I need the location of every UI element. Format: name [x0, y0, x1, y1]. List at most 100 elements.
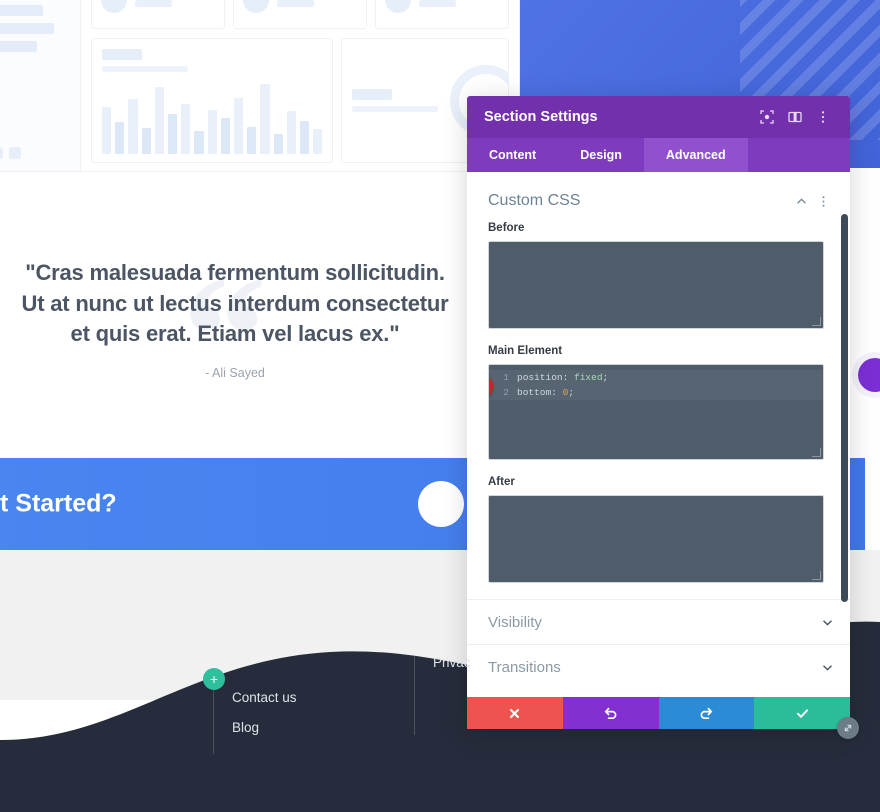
redo-button[interactable]	[658, 697, 755, 729]
panel-footer-actions	[467, 697, 850, 729]
accordion-label-transitions: Transitions	[488, 658, 561, 676]
mockup-text-line	[419, 0, 456, 7]
code-line: 2 bottom: 0;	[489, 385, 823, 400]
mockup-chart-row	[91, 38, 509, 163]
resize-handle-icon[interactable]	[837, 717, 859, 739]
mockup-bar	[300, 120, 310, 154]
tab-advanced[interactable]: Advanced	[643, 138, 748, 172]
accordion-label-visibility: Visibility	[488, 613, 542, 631]
mockup-bar	[115, 122, 125, 154]
mockup-main	[81, 0, 519, 171]
floating-action-circle[interactable]	[858, 358, 880, 392]
mockup-bar-chart-card	[91, 38, 334, 163]
mockup-bar	[313, 128, 323, 154]
field-label-main-element: Main Element	[488, 345, 563, 357]
mockup-bar	[102, 106, 112, 154]
mockup-sidebar	[0, 0, 81, 171]
mockup-bar	[247, 126, 257, 154]
more-vertical-icon[interactable]	[810, 104, 836, 130]
code-tokens: bottom: 0;	[517, 385, 574, 400]
footer-link-column-right: Privac	[414, 655, 471, 735]
mockup-bar	[220, 117, 231, 154]
panel-header: Section Settings	[467, 96, 850, 138]
accordion-visibility[interactable]: Visibility	[467, 599, 850, 644]
footer-link-blog[interactable]: Blog	[232, 720, 297, 735]
panel-scrollbar-thumb[interactable]	[841, 214, 848, 602]
mockup-card-row	[91, 0, 509, 29]
mockup-bar	[181, 103, 191, 154]
custom-css-section-header: Custom CSS	[467, 172, 850, 222]
panel-scrollbar[interactable]	[841, 172, 848, 697]
tab-design[interactable]: Design	[558, 138, 644, 172]
layout-panel-icon[interactable]	[782, 104, 808, 130]
footer-link-privacy[interactable]: Privac	[433, 655, 471, 670]
redo-icon	[699, 706, 714, 721]
mockup-text-lines	[352, 89, 439, 112]
mockup-bar	[154, 87, 165, 154]
footer-link-contact-us[interactable]: Contact us	[232, 690, 297, 705]
mockup-bar	[207, 109, 217, 154]
field-after: After	[467, 476, 850, 583]
mockup-bar	[194, 131, 204, 154]
code-line: 1 position: fixed;	[489, 370, 823, 385]
field-main-element: Main Element 1 1 position: fixed; 2 bott…	[467, 345, 850, 460]
cta-title: t Started?	[0, 489, 117, 518]
mockup-avatar	[243, 0, 269, 13]
css-colon: :	[562, 372, 575, 383]
mockup-bar	[273, 134, 283, 154]
mockup-avatar	[101, 0, 127, 13]
mockup-text-lines	[277, 0, 357, 12]
footer-link-column: Contact us Blog	[213, 690, 297, 754]
undo-button[interactable]	[562, 697, 659, 729]
testimonial-author: - Ali Sayed	[205, 366, 265, 381]
mockup-bar	[141, 128, 151, 154]
section-more-vertical-icon[interactable]	[812, 190, 834, 212]
mockup-chart-title	[352, 89, 393, 100]
mockup-bar	[168, 114, 178, 154]
mockup-dot	[9, 147, 21, 159]
mockup-bar	[286, 111, 297, 154]
textarea-resize-grip[interactable]	[812, 571, 821, 580]
undo-icon	[603, 706, 618, 721]
save-button[interactable]	[754, 697, 850, 729]
tab-content[interactable]: Content	[467, 138, 558, 172]
textarea-resize-grip[interactable]	[812, 448, 821, 457]
mockup-chart-title	[102, 49, 142, 60]
mockup-nav-item	[0, 41, 37, 52]
chevron-down-icon[interactable]	[821, 661, 834, 674]
mockup-chart-subtitle	[102, 66, 188, 72]
after-code-editor[interactable]	[488, 495, 824, 583]
line-number: 2	[503, 387, 509, 398]
css-semicolon: ;	[568, 387, 575, 398]
chevron-down-icon[interactable]	[821, 616, 834, 629]
mockup-avatar	[385, 0, 411, 13]
chevron-up-icon[interactable]	[790, 190, 812, 212]
section-settings-panel: Section Settings Content Design Advanced…	[467, 96, 859, 739]
before-code-editor[interactable]	[488, 241, 824, 329]
mockup-dot	[0, 147, 3, 159]
testimonial-section: “ "Cras malesuada fermentum sollicitudin…	[0, 188, 470, 450]
line-number: 1	[503, 372, 509, 383]
focus-icon[interactable]	[754, 104, 780, 130]
css-colon: :	[551, 387, 563, 398]
footer-add-button[interactable]: +	[203, 668, 225, 690]
main-element-code-editor[interactable]: 1 1 position: fixed; 2 bottom: 0;	[488, 364, 824, 460]
mockup-text-lines	[419, 0, 499, 12]
mockup-stat-card	[91, 0, 225, 29]
code-lines: 1 position: fixed; 2 bottom: 0;	[489, 365, 823, 400]
close-icon	[508, 707, 521, 720]
field-label-before: Before	[488, 222, 525, 234]
check-icon	[795, 706, 810, 721]
mockup-text-line	[135, 0, 172, 7]
section-title: Custom CSS	[488, 192, 581, 209]
mockup-sidebar-dots	[0, 147, 21, 159]
accordion-transitions[interactable]: Transitions	[467, 644, 850, 689]
css-property: bottom	[517, 387, 552, 398]
field-before: Before	[467, 222, 850, 329]
cta-circle-button[interactable]	[418, 481, 464, 527]
cancel-button[interactable]	[467, 697, 563, 729]
textarea-resize-grip[interactable]	[812, 317, 821, 326]
mockup-chart-subtitle	[352, 106, 439, 112]
mockup-stat-card	[375, 0, 509, 29]
mockup-nav-item	[0, 23, 55, 34]
